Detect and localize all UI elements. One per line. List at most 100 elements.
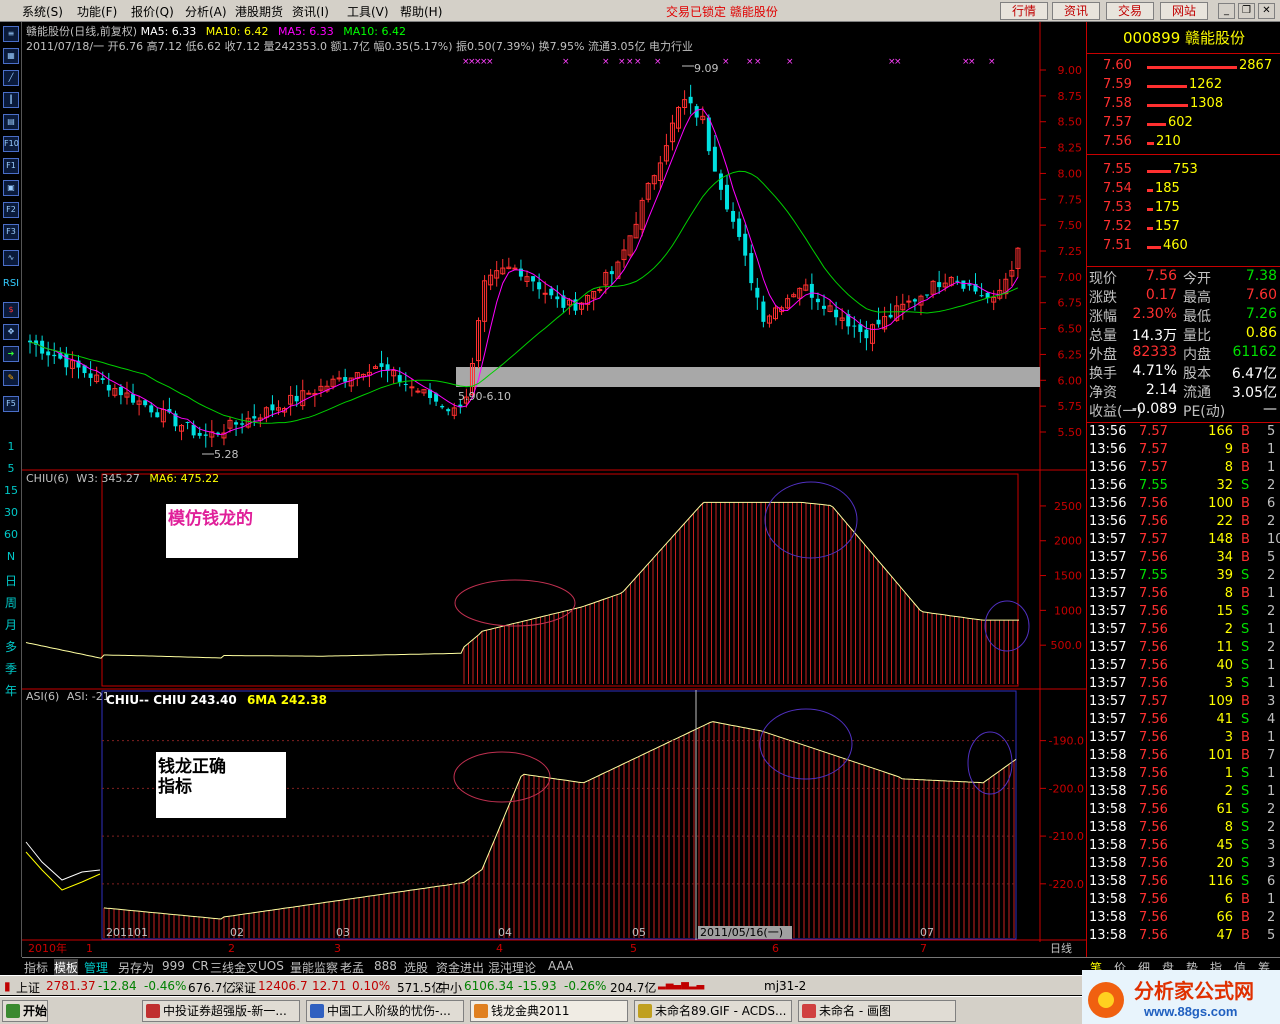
menu-info[interactable]: 资讯(I): [292, 3, 329, 20]
table-icon[interactable]: ▤: [3, 114, 19, 130]
price-tick-label: 6.50: [1058, 323, 1083, 336]
restore-icon[interactable]: ❐: [1238, 3, 1255, 19]
f5-icon[interactable]: F5: [3, 396, 19, 412]
task-browser[interactable]: 中国工人阶级的忧伤-...: [306, 1000, 464, 1022]
tick-price: 7.57: [1139, 694, 1168, 709]
candle-body: [409, 386, 415, 389]
close-icon[interactable]: ✕: [1258, 3, 1275, 19]
zx-change: -15.93: [518, 979, 557, 993]
task-zhongtou[interactable]: 中投证券超强版-新一...: [142, 1000, 300, 1022]
rsi-icon[interactable]: RSI: [2, 278, 20, 289]
order-volume-bar: [1147, 142, 1154, 145]
tick-row: 13:57 7.56 15 S 2: [1087, 604, 1280, 622]
trade-button[interactable]: 交易: [1106, 2, 1154, 20]
candle-body: [440, 405, 445, 408]
indicator-tab[interactable]: 另存为: [118, 959, 154, 976]
buy-order-row[interactable]: 7.52 157: [1087, 219, 1280, 238]
f10-icon[interactable]: F10: [3, 136, 19, 152]
start-button[interactable]: 开始: [2, 1000, 48, 1022]
period-quarter[interactable]: 季: [2, 660, 20, 677]
task-acdsee[interactable]: 未命名89.GIF - ACDS...: [634, 1000, 792, 1022]
arrow-right-icon[interactable]: ➜: [3, 346, 19, 362]
menu-system[interactable]: 系统(S): [22, 3, 63, 20]
indicator-tab[interactable]: 三线金叉: [210, 959, 258, 976]
market-button[interactable]: 行情: [1000, 2, 1048, 20]
buy-order-row[interactable]: 7.53 175: [1087, 200, 1280, 219]
period-1min[interactable]: 1: [2, 440, 20, 453]
indicator-tab[interactable]: 量能监察: [290, 959, 338, 976]
price-tick-label: 8.75: [1058, 90, 1083, 103]
buy-order-row[interactable]: 7.54 185: [1087, 181, 1280, 200]
tick-volume: 61: [1216, 802, 1233, 817]
dollar-icon[interactable]: $: [3, 302, 19, 318]
indicator-tab[interactable]: 指标: [24, 959, 48, 976]
period-multi[interactable]: 多: [2, 638, 20, 655]
menu-help[interactable]: 帮助(H): [400, 3, 442, 20]
indicator-tab[interactable]: 混沌理论: [488, 959, 536, 976]
menu-analysis[interactable]: 分析(A): [185, 3, 227, 20]
period-n[interactable]: N: [2, 550, 20, 563]
f2-icon[interactable]: F2: [3, 202, 19, 218]
task-qianlong[interactable]: 钱龙金典2011: [470, 1000, 628, 1022]
indicator-tab[interactable]: 888: [374, 959, 397, 973]
indicator-tab[interactable]: 选股: [404, 959, 428, 976]
period-5min[interactable]: 5: [2, 462, 20, 475]
line-chart-icon[interactable]: ╱: [3, 70, 19, 86]
candle-body: [240, 423, 245, 425]
indicator-tab[interactable]: AAA: [548, 959, 573, 973]
chiu-tick-label: 2500: [1054, 500, 1082, 513]
tick-volume: 116: [1208, 874, 1233, 889]
tick-volume: 47: [1216, 928, 1233, 943]
sell-order-row[interactable]: 7.59 1262: [1087, 77, 1280, 96]
indicator-tab[interactable]: 999: [162, 959, 185, 973]
f3-icon[interactable]: F3: [3, 224, 19, 240]
tick-count: 2: [1267, 640, 1276, 655]
website-button[interactable]: 网站: [1160, 2, 1208, 20]
wave-icon[interactable]: ∿: [3, 250, 19, 266]
buy-order-row[interactable]: 7.55 753: [1087, 162, 1280, 181]
indicator-tab[interactable]: 资金进出: [436, 959, 484, 976]
indicator-tab[interactable]: 老孟: [340, 959, 364, 976]
minimize-icon[interactable]: _: [1218, 3, 1235, 19]
indicator-tab[interactable]: UOS: [258, 959, 284, 973]
menu-function[interactable]: 功能(F): [77, 3, 117, 20]
grid-icon[interactable]: ▦: [3, 48, 19, 64]
sell-order-row[interactable]: 7.56 210: [1087, 134, 1280, 153]
news-button[interactable]: 资讯: [1052, 2, 1100, 20]
candle-body: [906, 300, 912, 303]
period-30min[interactable]: 30: [2, 506, 20, 519]
sell-order-row[interactable]: 7.58 1308: [1087, 96, 1280, 115]
chart-area[interactable]: 9.00 8.75 8.50 8.25 8.00 7.75 7.50 7.25 7.00 6.75…: [22, 22, 1086, 957]
menu-quote[interactable]: 报价(Q): [131, 3, 174, 20]
tick-volume: 6: [1224, 892, 1233, 907]
move-icon[interactable]: ✥: [3, 324, 19, 340]
svg-text:7: 7: [920, 942, 927, 955]
period-year[interactable]: 年: [2, 682, 20, 699]
f1-icon[interactable]: F1: [3, 158, 19, 174]
kline-icon[interactable]: ┃: [3, 92, 19, 108]
chiu-header: CHIU(6) W3: 345.27 MA6: 475.22: [26, 472, 219, 485]
indicator-tab[interactable]: 管理: [84, 959, 108, 976]
menu-hk-futures[interactable]: 港股期货: [235, 3, 283, 20]
period-month[interactable]: 月: [2, 616, 20, 633]
order-price: 7.56: [1103, 134, 1132, 149]
tick-count: 3: [1267, 856, 1276, 871]
tick-count: 1: [1267, 892, 1276, 907]
band-annotation: 5.90-6.10: [458, 390, 511, 403]
sell-order-row[interactable]: 7.57 602: [1087, 115, 1280, 134]
buy-order-row[interactable]: 7.51 460: [1087, 238, 1280, 257]
period-60min[interactable]: 60: [2, 528, 20, 541]
period-15min[interactable]: 15: [2, 484, 20, 497]
menu-tools[interactable]: 工具(V): [347, 3, 389, 20]
period-day[interactable]: 日: [2, 572, 20, 589]
indicator-tab[interactable]: CR: [192, 959, 209, 973]
main-chart-header: 赣能股份(日线,前复权) MA5: 6.33 MA10: 6.42 MA5: 6…: [26, 24, 406, 38]
doc-icon[interactable]: ▣: [3, 180, 19, 196]
pen-icon[interactable]: ✎: [3, 370, 19, 386]
indicator-tab[interactable]: 模板: [54, 959, 79, 976]
menu-icon[interactable]: ≡: [3, 26, 19, 42]
period-week[interactable]: 周: [2, 594, 20, 611]
sell-order-row[interactable]: 7.60 2867: [1087, 58, 1280, 77]
task-paint[interactable]: 未命名 - 画图: [798, 1000, 956, 1022]
tick-row: 13:56 7.56 100 B 6: [1087, 496, 1280, 514]
